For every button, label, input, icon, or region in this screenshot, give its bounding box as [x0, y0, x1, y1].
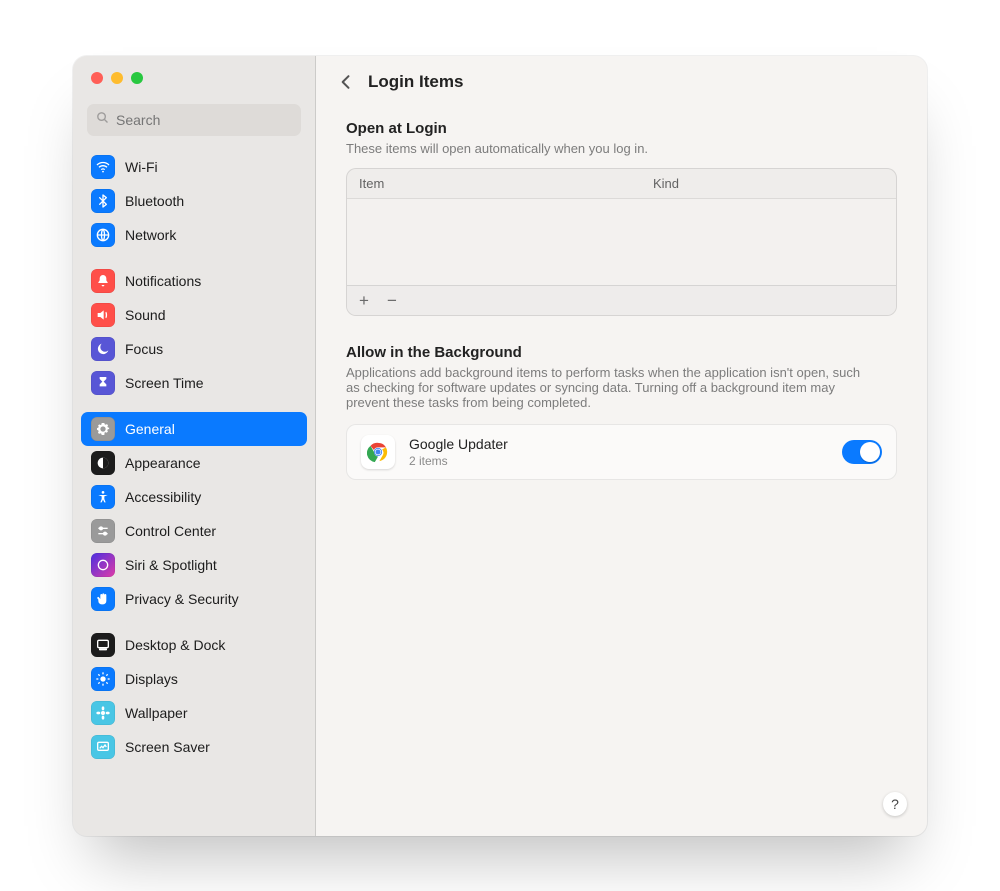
sidebar-item-label: Displays — [125, 671, 178, 687]
window-controls — [73, 56, 315, 90]
flower-icon — [91, 701, 115, 725]
sidebar-item-focus[interactable]: Focus — [81, 332, 307, 366]
search-input[interactable] — [116, 112, 293, 128]
open-at-login-subtitle: These items will open automatically when… — [346, 141, 897, 156]
speaker-icon — [91, 303, 115, 327]
login-items-table: Item Kind + − — [346, 168, 897, 316]
close-icon[interactable] — [91, 72, 103, 84]
column-item[interactable]: Item — [359, 176, 653, 191]
sidebar-item-label: Network — [125, 227, 176, 243]
search-icon — [95, 110, 110, 130]
sidebar-item-bluetooth[interactable]: Bluetooth — [81, 184, 307, 218]
dock-icon — [91, 633, 115, 657]
sidebar-item-screensaver[interactable]: Screen Saver — [81, 730, 307, 764]
chevron-left-icon — [336, 72, 356, 92]
column-kind[interactable]: Kind — [653, 176, 884, 191]
sidebar-item-network[interactable]: Network — [81, 218, 307, 252]
sliders-icon — [91, 519, 115, 543]
hourglass-icon — [91, 371, 115, 395]
sidebar-item-label: Appearance — [125, 455, 201, 471]
zoom-icon[interactable] — [131, 72, 143, 84]
sidebar-item-label: Wallpaper — [125, 705, 188, 721]
add-button[interactable]: + — [357, 292, 371, 309]
titlebar: Login Items — [316, 56, 927, 104]
hand-icon — [91, 587, 115, 611]
background-item-detail: 2 items — [409, 454, 508, 468]
background-item-text: Google Updater 2 items — [409, 436, 508, 468]
sidebar-item-label: Control Center — [125, 523, 216, 539]
sidebar-item-label: Notifications — [125, 273, 201, 289]
gear-icon — [91, 417, 115, 441]
sun-icon — [91, 667, 115, 691]
background-item-name: Google Updater — [409, 436, 508, 452]
chrome-icon — [361, 435, 395, 469]
help-button[interactable]: ? — [883, 792, 907, 816]
bluetooth-icon — [91, 189, 115, 213]
sidebar-item-appearance[interactable]: Appearance — [81, 446, 307, 480]
sidebar-item-label: Privacy & Security — [125, 591, 239, 607]
sidebar-item-label: Siri & Spotlight — [125, 557, 217, 573]
back-button[interactable] — [336, 72, 356, 92]
table-body-empty — [347, 199, 896, 285]
sidebar-item-label: Bluetooth — [125, 193, 184, 209]
main-panel: Login Items Open at Login These items wi… — [316, 56, 927, 836]
appearance-icon — [91, 451, 115, 475]
page-title: Login Items — [368, 72, 463, 92]
remove-button[interactable]: − — [385, 292, 399, 309]
open-at-login-title: Open at Login — [346, 120, 897, 137]
globe-icon — [91, 223, 115, 247]
allow-background-title: Allow in the Background — [346, 344, 897, 361]
sidebar-item-privacy[interactable]: Privacy & Security — [81, 582, 307, 616]
screensaver-icon — [91, 735, 115, 759]
sidebar-item-label: Desktop & Dock — [125, 637, 225, 653]
sidebar-item-general[interactable]: General — [81, 412, 307, 446]
bell-icon — [91, 269, 115, 293]
sidebar-item-displays[interactable]: Displays — [81, 662, 307, 696]
sidebar-item-sound[interactable]: Sound — [81, 298, 307, 332]
allow-background-subtitle: Applications add background items to per… — [346, 365, 866, 410]
table-footer: + − — [347, 285, 896, 315]
background-item-toggle[interactable] — [842, 440, 882, 464]
sidebar-item-screentime[interactable]: Screen Time — [81, 366, 307, 400]
sidebar-item-label: Focus — [125, 341, 163, 357]
sidebar-item-label: Wi-Fi — [125, 159, 158, 175]
sidebar-item-notifications[interactable]: Notifications — [81, 264, 307, 298]
sidebar-item-siri[interactable]: Siri & Spotlight — [81, 548, 307, 582]
sidebar-item-desktop[interactable]: Desktop & Dock — [81, 628, 307, 662]
moon-icon — [91, 337, 115, 361]
background-item-row: Google Updater 2 items — [346, 424, 897, 480]
sidebar-item-label: General — [125, 421, 175, 437]
accessibility-icon — [91, 485, 115, 509]
sidebar-item-label: Sound — [125, 307, 165, 323]
search-field[interactable] — [87, 104, 301, 136]
sidebar-item-wifi[interactable]: Wi-Fi — [81, 150, 307, 184]
sidebar-item-accessibility[interactable]: Accessibility — [81, 480, 307, 514]
sidebar-item-wallpaper[interactable]: Wallpaper — [81, 696, 307, 730]
sidebar-item-label: Screen Time — [125, 375, 204, 391]
sidebar-item-controlcenter[interactable]: Control Center — [81, 514, 307, 548]
settings-window: Wi-Fi Bluetooth Network Notifica — [73, 56, 927, 836]
sidebar-item-label: Accessibility — [125, 489, 201, 505]
siri-icon — [91, 553, 115, 577]
table-header: Item Kind — [347, 169, 896, 199]
sidebar-item-label: Screen Saver — [125, 739, 210, 755]
sidebar: Wi-Fi Bluetooth Network Notifica — [73, 56, 316, 836]
wifi-icon — [91, 155, 115, 179]
minimize-icon[interactable] — [111, 72, 123, 84]
sidebar-nav: Wi-Fi Bluetooth Network Notifica — [73, 144, 315, 836]
